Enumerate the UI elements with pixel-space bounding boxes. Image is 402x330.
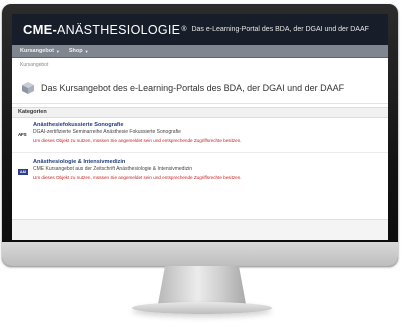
course-description: CME Kursangebot aus der Zeitschrift Anäs… bbox=[33, 166, 192, 172]
breadcrumb[interactable]: Kursangebot bbox=[12, 58, 388, 71]
main-nav: Kursangebot ▼ Shop ▼ bbox=[12, 45, 388, 58]
journal-logo-icon: A&I bbox=[18, 160, 29, 181]
course-badge: A&I bbox=[18, 169, 28, 175]
afs-logo-icon: AFS bbox=[18, 123, 29, 144]
monitor-stand-base bbox=[132, 302, 272, 314]
course-badge: AFS bbox=[18, 132, 27, 137]
category-cube-icon bbox=[21, 81, 35, 95]
page-title: Das Kursangebot des e-Learning-Portals d… bbox=[41, 83, 345, 93]
divider bbox=[12, 103, 388, 104]
nav-item-shop[interactable]: Shop ▼ bbox=[69, 48, 89, 54]
course-title-link[interactable]: Anästhesiologie & Intensivmedizin bbox=[33, 159, 242, 166]
course-body: Anästhesiefokussierte Sonografie DGAI-ze… bbox=[33, 122, 242, 144]
page-header: Das Kursangebot des e-Learning-Portals d… bbox=[12, 71, 388, 99]
chevron-down-icon: ▼ bbox=[84, 48, 89, 54]
registered-mark: ® bbox=[181, 26, 187, 33]
site-header: CME- ANÄSTHESIOLOGIE ® Das e-Learning-Po… bbox=[12, 14, 388, 45]
course-body: Anästhesiologie & Intensivmedizin CME Ku… bbox=[33, 159, 242, 181]
page-footer-area bbox=[12, 219, 388, 240]
access-warning: Um dieses Objekt zu nutzen, müssen Sie a… bbox=[33, 175, 242, 180]
course-item: AFS Anästhesiefokussierte Sonografie DGA… bbox=[12, 118, 388, 146]
monitor-screen: CME- ANÄSTHESIOLOGIE ® Das e-Learning-Po… bbox=[12, 14, 388, 240]
monitor-stand-neck bbox=[158, 266, 246, 304]
nav-item-label: Kursangebot bbox=[20, 48, 54, 54]
header-subtitle: Das e-Learning-Portal des BDA, der DGAI … bbox=[191, 26, 369, 33]
chevron-down-icon: ▼ bbox=[55, 48, 60, 54]
course-item: A&I Anästhesiologie & Intensivmedizin CM… bbox=[12, 152, 388, 183]
course-title-link[interactable]: Anästhesiefokussierte Sonografie bbox=[33, 122, 242, 129]
logo-text[interactable]: ANÄSTHESIOLOGIE bbox=[57, 23, 180, 37]
nav-item-label: Shop bbox=[68, 48, 83, 54]
section-header-kategorien: Kategorien bbox=[12, 107, 388, 118]
course-description: DGAI-zertifizierte Seminarreihe Anästhes… bbox=[33, 129, 181, 135]
monitor-chin bbox=[2, 242, 398, 266]
access-warning: Um dieses Objekt zu nutzen, müssen Sie a… bbox=[33, 138, 242, 143]
logo-cme[interactable]: CME- bbox=[23, 22, 57, 37]
nav-item-kursangebot[interactable]: Kursangebot ▼ bbox=[20, 48, 60, 54]
